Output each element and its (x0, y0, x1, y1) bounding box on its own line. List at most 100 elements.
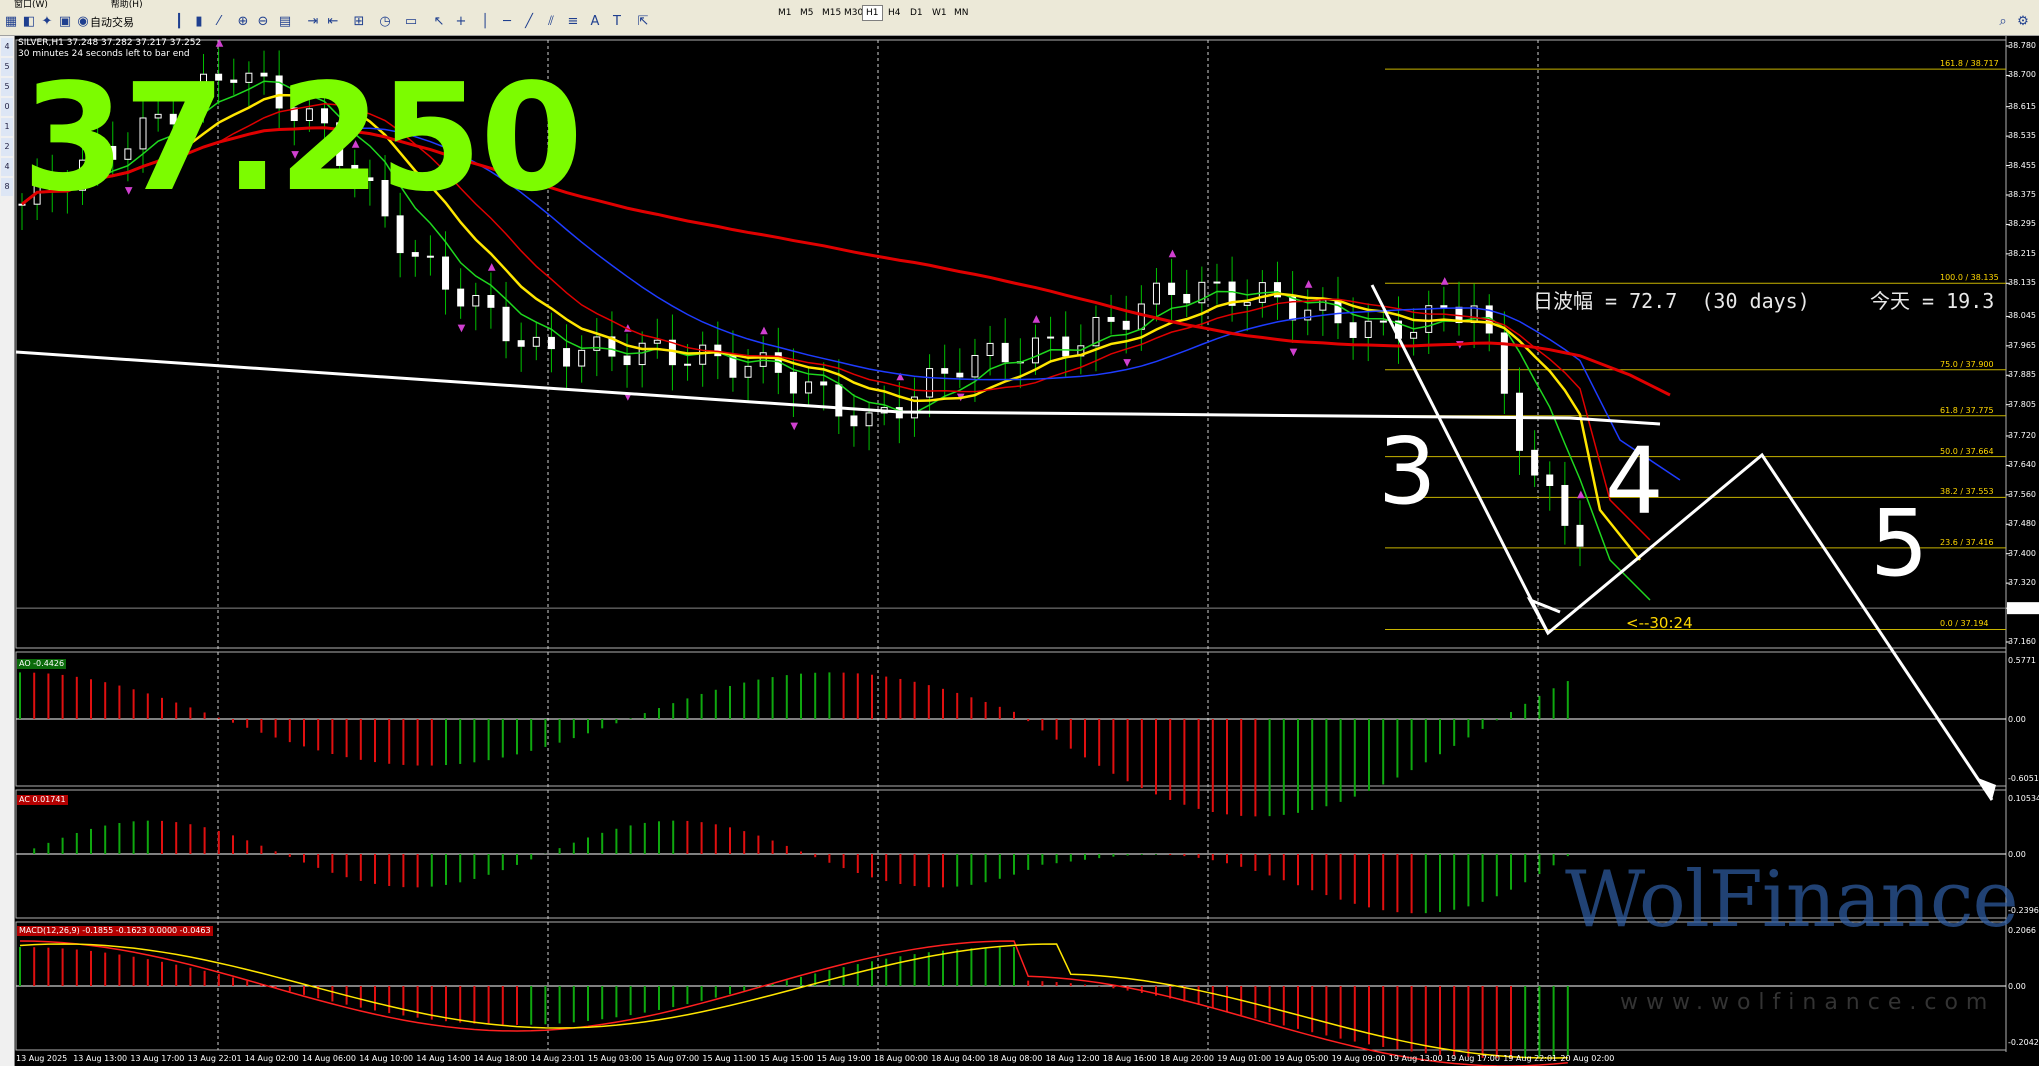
fractal-down-marker: ▼ (790, 421, 798, 432)
time-axis-label: 14 Aug 14:00 (416, 1054, 471, 1063)
fractal-down-marker: ▼ (1290, 347, 1298, 358)
zoom-in-icon[interactable]: ⊕ (234, 13, 252, 31)
time-axis-label: 13 Aug 2025 (16, 1054, 68, 1063)
menu-help[interactable]: 帮助(H) (111, 0, 143, 10)
watermark-url: www.wolfinance.com (1620, 990, 1996, 1015)
fractal-down-marker: ▼ (458, 323, 466, 334)
horizontal-line-icon[interactable]: ─ (498, 13, 516, 31)
candle-body (1531, 449, 1539, 476)
toolbar: ▦ ◧ ✦ ▣ ◉ 自动交易 ┃ ▮ ⁄ ⊕ ⊖ ▤ ⇥ ⇤ ⊞ ◷ ▭ ↖ +… (0, 10, 2039, 36)
candle-body (502, 306, 510, 342)
crosshair-icon[interactable]: + (452, 13, 470, 31)
auto-trade-button[interactable]: 自动交易 (90, 14, 134, 30)
new-chart-icon[interactable]: ▦ (2, 13, 20, 31)
indicators-icon[interactable]: ⊞ (350, 13, 368, 31)
price-axis-label: 38.780 (2008, 41, 2036, 50)
fractal-up-marker: ▲ (216, 37, 224, 48)
time-axis-label: 14 Aug 23:01 (530, 1054, 585, 1063)
candle-body (941, 368, 949, 374)
price-axis-label: 38.535 (2008, 131, 2036, 141)
timeframe-w1-button[interactable]: W1 (928, 5, 951, 21)
cursor-icon[interactable]: ↖ (430, 13, 448, 31)
price-axis-label: 38.375 (2008, 190, 2036, 199)
price-axis-label: 38.700 (2008, 70, 2036, 80)
chart-shift-icon[interactable]: ⇤ (324, 13, 342, 31)
fibonacci-icon[interactable]: ≡ (564, 13, 582, 31)
candle-body (1410, 331, 1418, 339)
price-axis-label: 37.720 (2008, 430, 2036, 440)
search-icon[interactable]: ⌕ (1994, 13, 2012, 31)
time-axis-label: 18 Aug 00:00 (874, 1054, 928, 1063)
price-axis-label: 38.135 (2008, 278, 2036, 288)
candle-body (1289, 296, 1297, 321)
candle-body (653, 339, 661, 344)
text-label-icon[interactable]: T (608, 13, 626, 31)
fractal-up-marker: ▲ (1305, 278, 1313, 289)
ao-label: AO -0.4426 (17, 659, 67, 669)
candle-body (1379, 320, 1387, 323)
timeframe-h4-button[interactable]: H4 (884, 5, 905, 21)
timeframe-m1-button[interactable]: M1 (774, 5, 796, 21)
candle-body (971, 354, 979, 378)
periods-icon[interactable]: ◷ (376, 13, 394, 31)
fibonacci-level-label: 50.0 / 37.664 (1940, 446, 1994, 456)
candle-chart-icon[interactable]: ▮ (190, 13, 208, 31)
price-axis-label: 38.455 (2008, 160, 2036, 170)
ao-axis-label: -0.6051 (2008, 774, 2039, 783)
vertical-line-icon[interactable]: │ (476, 13, 494, 31)
price-axis-label: 37.965 (2008, 340, 2036, 350)
menu-window[interactable]: 窗口(W) (14, 0, 48, 10)
line-chart-icon[interactable]: ⁄ (210, 13, 228, 31)
candle-body (578, 349, 586, 367)
macd-axis-label: 0.00 (2008, 982, 2026, 991)
candle-body (744, 365, 752, 378)
candle-body (638, 342, 646, 366)
price-axis-label: 38.295 (2008, 219, 2036, 229)
macd-main-line (19, 940, 1568, 1066)
candle-body (1168, 282, 1176, 295)
time-axis-label: 15 Aug 07:00 (645, 1054, 700, 1063)
candle-body (487, 295, 495, 308)
timeframe-mn-button[interactable]: MN (950, 5, 973, 21)
timeframe-m5-button[interactable]: M5 (796, 5, 818, 21)
channel-icon[interactable]: ⫽ (542, 13, 560, 31)
candle-body (472, 295, 480, 307)
candle-body (956, 372, 964, 378)
tile-windows-icon[interactable]: ▤ (276, 13, 294, 31)
candle-body (1183, 293, 1191, 304)
price-axis-label: 37.480 (2008, 519, 2036, 529)
navigator-icon[interactable]: ✦ (38, 13, 56, 31)
time-axis-label: 19 Aug 22:01 (1503, 1054, 1558, 1063)
terminal-icon[interactable]: ▣ (56, 13, 74, 31)
fibonacci-level-label: 0.0 / 37.194 (1940, 619, 1989, 629)
zoom-out-icon[interactable]: ⊖ (254, 13, 272, 31)
price-axis-label: 37.885 (2008, 370, 2036, 380)
bar-chart-icon[interactable]: ┃ (170, 13, 188, 31)
candle-body (517, 340, 525, 347)
templates-icon[interactable]: ▭ (402, 13, 420, 31)
profiles-icon[interactable]: ◧ (20, 13, 38, 31)
fractal-up-marker: ▲ (760, 325, 768, 336)
text-icon[interactable]: A (586, 13, 604, 31)
candle-body (442, 256, 450, 290)
timeframe-h1-button[interactable]: H1 (862, 5, 883, 21)
timeframe-d1-button[interactable]: D1 (906, 5, 927, 21)
trendline-icon[interactable]: ╱ (520, 13, 538, 31)
candle-body (1546, 474, 1554, 486)
candle-body (986, 342, 994, 356)
candle-body (820, 381, 828, 386)
settings-icon[interactable]: ⚙ (2014, 13, 2032, 31)
candle-body (714, 344, 722, 357)
price-axis-label: 37.400 (2008, 548, 2036, 558)
candle-body (1062, 336, 1070, 357)
fibonacci-level-label: 75.0 / 37.900 (1940, 359, 1994, 369)
time-axis-label: 15 Aug 15:00 (759, 1054, 814, 1063)
trading-terminal: 窗口(W) 帮助(H) ▦ ◧ ✦ ▣ ◉ 自动交易 ┃ ▮ ⁄ ⊕ ⊖ ▤ ⇥… (0, 0, 2039, 1066)
autoscroll-icon[interactable]: ⇥ (304, 13, 322, 31)
ac-axis-label: -0.23967 (2008, 906, 2039, 915)
arrows-icon[interactable]: ⇱ (634, 13, 652, 31)
watermark-logo: WolFinance (1565, 855, 2019, 945)
candle-body (1107, 316, 1115, 322)
candle-body (789, 371, 797, 394)
time-axis-label: 14 Aug 02:00 (244, 1054, 299, 1063)
